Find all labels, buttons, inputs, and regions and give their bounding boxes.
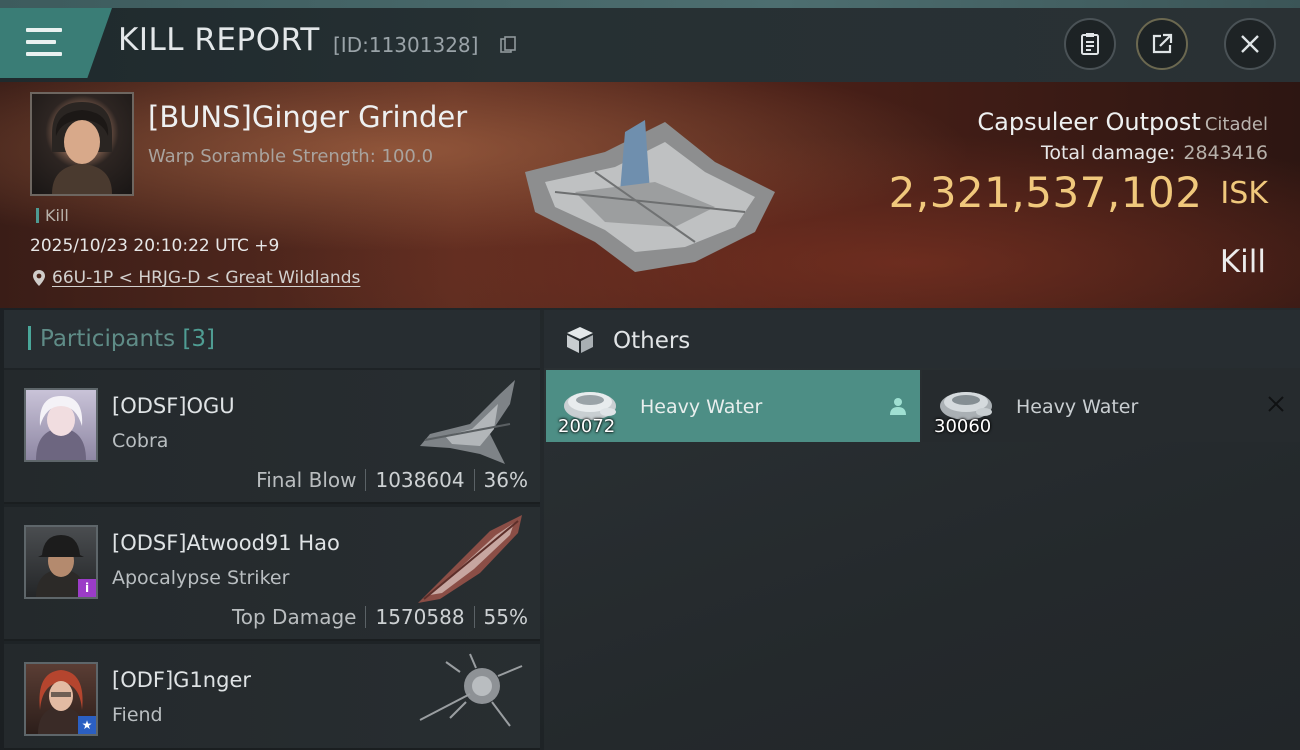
report-id: [ID:11301328] bbox=[333, 33, 479, 57]
kill-report-window: KILL REPORT [ID:11301328] [BUNS]Ginger G… bbox=[0, 0, 1300, 750]
participant-stats: Final Blow 1038604 36% bbox=[256, 468, 528, 492]
participants-title-label: Participants bbox=[40, 326, 176, 352]
victim-avatar[interactable] bbox=[30, 92, 134, 196]
menu-icon bbox=[26, 28, 62, 56]
isk-amount: 2,321,537,102 bbox=[888, 168, 1203, 217]
user-icon[interactable] bbox=[888, 396, 908, 416]
victim-ship-image[interactable] bbox=[515, 112, 785, 277]
item-quantity: 20072 bbox=[558, 416, 616, 437]
share-icon bbox=[1152, 33, 1173, 54]
copy-icon[interactable] bbox=[500, 36, 516, 54]
cargo-item[interactable]: 20072 Heavy Water bbox=[546, 370, 920, 442]
header-top-strip bbox=[0, 0, 1300, 8]
victim-portrait bbox=[52, 102, 112, 194]
structure-info: Capsuleer Outpost Citadel bbox=[977, 108, 1268, 136]
participant-avatar[interactable] bbox=[24, 388, 98, 462]
kill-datetime: 2025/10/23 20:10:22 UTC +9 bbox=[30, 236, 280, 256]
participant-ship-image[interactable] bbox=[410, 511, 530, 607]
participants-title: Participants [3] bbox=[40, 326, 215, 352]
victim-name[interactable]: [BUNS]Ginger Grinder bbox=[148, 100, 467, 134]
participant-ship-image[interactable] bbox=[410, 648, 530, 744]
kill-tag-label: Kill bbox=[45, 206, 69, 225]
participant-name[interactable]: [ODSF]Atwood91 Hao bbox=[112, 531, 340, 555]
structure-class: Citadel bbox=[1204, 114, 1268, 135]
participant-portrait bbox=[36, 396, 86, 460]
item-quantity: 30060 bbox=[934, 416, 992, 437]
destroyed-x-icon bbox=[1268, 396, 1284, 412]
participant-ship: Cobra bbox=[112, 430, 169, 452]
participant-stat-label: Final Blow bbox=[256, 468, 357, 492]
isk-unit: ISK bbox=[1220, 176, 1268, 211]
isk-value: 2,321,537,102 ISK bbox=[889, 168, 1268, 217]
participant-ship: Apocalypse Striker bbox=[112, 567, 290, 589]
participant-percent: 36% bbox=[483, 468, 528, 492]
participant-percent: 55% bbox=[483, 605, 528, 629]
total-damage-label: Total damage: bbox=[1040, 142, 1176, 164]
participant-name[interactable]: [ODF]G1nger bbox=[112, 668, 251, 692]
others-title: Others bbox=[613, 328, 691, 354]
participant-badge: i bbox=[78, 579, 96, 597]
result-label: Kill bbox=[1219, 244, 1266, 280]
participant-stat-label: Top Damage bbox=[231, 605, 357, 629]
participant-row[interactable]: i [ODSF]Atwood91 Hao Apocalypse Striker … bbox=[4, 507, 540, 641]
participant-avatar[interactable]: i bbox=[24, 525, 98, 599]
kill-location[interactable]: 66U-1P < HRJG-D < Great Wildlands bbox=[32, 268, 360, 288]
close-button[interactable] bbox=[1224, 18, 1276, 70]
location-pin-icon bbox=[33, 270, 45, 286]
kill-tag: Kill bbox=[36, 206, 69, 225]
clipboard-icon bbox=[1081, 33, 1099, 55]
participant-name[interactable]: [ODSF]OGU bbox=[112, 394, 235, 418]
participant-damage: 1570588 bbox=[375, 605, 465, 629]
participant-stats: Top Damage 1570588 55% bbox=[232, 605, 528, 629]
participant-ship: Fiend bbox=[112, 704, 163, 726]
total-damage: Total damage: 2843416 bbox=[1041, 142, 1268, 164]
cargo-item[interactable]: 30060 Heavy Water bbox=[922, 370, 1300, 442]
close-icon bbox=[1241, 35, 1259, 53]
location-link[interactable]: 66U-1P < HRJG-D < Great Wildlands bbox=[52, 268, 360, 288]
cube-icon bbox=[567, 327, 593, 353]
participant-ship-image[interactable] bbox=[410, 374, 530, 470]
structure-name: Capsuleer Outpost bbox=[977, 108, 1201, 136]
item-name: Heavy Water bbox=[1016, 396, 1139, 418]
participant-badge: ★ bbox=[78, 716, 96, 734]
item-name: Heavy Water bbox=[640, 396, 763, 418]
clipboard-button[interactable] bbox=[1064, 18, 1116, 70]
participant-row[interactable]: [ODSF]OGU Cobra Final Blow 1038604 36% bbox=[4, 370, 540, 504]
victim-subtitle: Warp Soramble Strength: 100.0 bbox=[148, 146, 434, 167]
participant-damage: 1038604 bbox=[375, 468, 465, 492]
share-button[interactable] bbox=[1136, 18, 1188, 70]
participants-count: [3] bbox=[182, 326, 216, 352]
participant-avatar[interactable]: ★ bbox=[24, 662, 98, 736]
total-damage-value: 2843416 bbox=[1183, 142, 1268, 164]
page-title: KILL REPORT bbox=[118, 22, 320, 58]
participant-row[interactable]: ★ [ODF]G1nger Fiend bbox=[4, 644, 540, 750]
